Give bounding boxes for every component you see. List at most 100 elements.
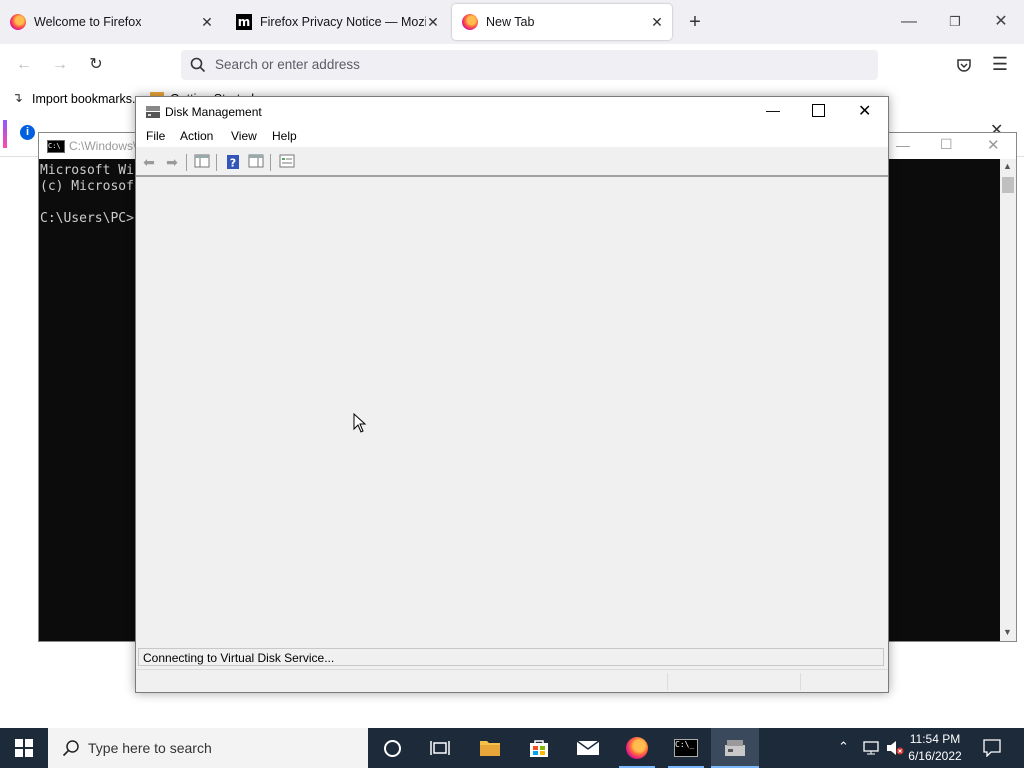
firefox-icon xyxy=(626,737,648,759)
cmd-close-icon[interactable]: ✕ xyxy=(987,136,1000,154)
action-center-icon[interactable] xyxy=(983,739,1001,757)
cortana-button[interactable] xyxy=(368,728,416,768)
scroll-up-icon[interactable]: ▲ xyxy=(1003,161,1012,171)
search-icon xyxy=(62,740,79,757)
search-icon xyxy=(190,57,206,73)
url-placeholder: Search or enter address xyxy=(215,57,360,72)
dm-minimize-icon[interactable]: — xyxy=(766,102,780,118)
tab-welcome-to-firefox[interactable]: Welcome to Firefox ✕ xyxy=(0,4,222,40)
taskbar-search-box[interactable]: Type here to search xyxy=(48,728,368,768)
disk-management-icon xyxy=(146,106,160,118)
show-hide-console-tree-icon[interactable] xyxy=(193,154,211,170)
mail-button[interactable] xyxy=(564,728,612,768)
hamburger-menu-icon[interactable]: ☰ xyxy=(990,54,1010,75)
bookmark-import[interactable]: Import bookmarks... xyxy=(32,92,142,106)
store-button[interactable] xyxy=(515,728,563,768)
firefox-nav-bar: ← → ↻ Search or enter address ☰ xyxy=(0,44,1024,86)
tab-new-tab[interactable]: New Tab ✕ xyxy=(452,4,672,40)
show-hide-action-pane-icon[interactable] xyxy=(247,154,265,170)
toolbar-separator xyxy=(216,154,217,171)
network-icon[interactable] xyxy=(862,741,880,755)
cmd-line: (c) Microsof xyxy=(40,179,134,194)
clock-date[interactable]: 6/16/2022 xyxy=(905,749,965,763)
new-tab-button[interactable]: + xyxy=(683,10,707,34)
cmd-minimize-icon[interactable]: — xyxy=(896,137,910,153)
tab-title: New Tab xyxy=(486,15,535,29)
dm-status-text: Connecting to Virtual Disk Service... xyxy=(143,651,335,665)
mozilla-favicon-icon: m xyxy=(236,14,252,30)
cmd-icon: C:\_ xyxy=(674,739,698,757)
show-hidden-icons[interactable]: ⌃ xyxy=(838,739,849,755)
firefox-tab-bar: Welcome to Firefox ✕ m Firefox Privacy N… xyxy=(0,0,1024,44)
task-view-button[interactable] xyxy=(416,728,464,768)
menu-view[interactable]: View xyxy=(231,129,257,143)
help-icon[interactable]: ? xyxy=(224,154,242,170)
volume-muted-icon[interactable] xyxy=(886,740,904,756)
dm-status-pane: Connecting to Virtual Disk Service... xyxy=(138,648,884,666)
properties-icon[interactable] xyxy=(278,154,296,170)
dm-close-icon[interactable]: ✕ xyxy=(858,101,871,121)
close-tab-icon[interactable]: ✕ xyxy=(424,13,442,31)
clock-time[interactable]: 11:54 PM xyxy=(905,732,965,746)
toolbar-separator xyxy=(270,154,271,171)
tab-title: Firefox Privacy Notice — Mozill xyxy=(260,15,426,29)
disk-management-taskbar-button[interactable] xyxy=(711,728,759,768)
close-tab-icon[interactable]: ✕ xyxy=(198,13,216,31)
dm-status-bar xyxy=(136,669,888,693)
dm-title-bar: Disk Management — ✕ xyxy=(136,97,888,127)
cortana-icon xyxy=(383,739,401,757)
file-explorer-button[interactable] xyxy=(466,728,514,768)
forward-arrow-icon[interactable]: ➡ xyxy=(163,154,181,170)
file-explorer-icon xyxy=(480,741,500,756)
tab-title: Welcome to Firefox xyxy=(34,15,142,29)
svg-text:?: ? xyxy=(230,157,236,170)
taskbar-search-placeholder: Type here to search xyxy=(88,740,212,756)
minimize-icon[interactable]: — xyxy=(886,0,932,44)
forward-arrow-icon[interactable]: → xyxy=(48,53,72,77)
scroll-thumb[interactable] xyxy=(1002,177,1014,193)
disk-management-icon xyxy=(725,740,745,756)
menu-help[interactable]: Help xyxy=(272,129,297,143)
microsoft-store-icon xyxy=(530,740,548,757)
restore-icon[interactable]: ❐ xyxy=(932,0,978,44)
scroll-down-icon[interactable]: ▼ xyxy=(1003,627,1012,637)
cmd-line: Microsoft Wi xyxy=(40,163,134,178)
cmd-title: C:\Windows\ xyxy=(69,139,137,153)
close-window-icon[interactable]: ✕ xyxy=(978,0,1024,44)
back-arrow-icon[interactable]: ← xyxy=(12,53,36,77)
menu-action[interactable]: Action xyxy=(180,129,213,143)
back-arrow-icon[interactable]: ⬅ xyxy=(140,154,158,170)
url-bar[interactable]: Search or enter address xyxy=(181,50,878,80)
cmd-scrollbar[interactable]: ▲ ▼ xyxy=(1000,159,1016,641)
pocket-icon[interactable] xyxy=(956,57,972,73)
disk-management-window[interactable]: Disk Management — ✕ File Action View Hel… xyxy=(135,96,889,693)
cmd-taskbar-button[interactable]: C:\_ xyxy=(662,728,710,768)
cmd-line: C:\Users\PC> xyxy=(40,211,134,226)
firefox-taskbar-button[interactable] xyxy=(613,728,661,768)
windows-taskbar: Type here to search C:\_ ⌃ 11:54 PM 6/16… xyxy=(0,728,1024,768)
mouse-cursor-icon xyxy=(353,413,367,433)
info-icon: i xyxy=(20,125,35,140)
menu-file[interactable]: File xyxy=(146,129,165,143)
import-icon: ↴ xyxy=(12,90,23,105)
mail-icon xyxy=(576,740,600,755)
dm-toolbar: ⬅ ➡ ? xyxy=(136,149,888,177)
toolbar-separator xyxy=(186,154,187,171)
cmd-icon: C:\ xyxy=(47,140,65,153)
cmd-maximize-icon[interactable]: ☐ xyxy=(940,136,953,153)
dm-title: Disk Management xyxy=(165,105,262,119)
firefox-favicon-icon xyxy=(462,14,478,30)
tab-privacy-notice[interactable]: m Firefox Privacy Notice — Mozill ✕ xyxy=(226,4,448,40)
status-divider xyxy=(800,673,801,690)
start-button[interactable] xyxy=(0,728,48,768)
notification-accent xyxy=(3,120,7,148)
dm-content-area xyxy=(137,179,887,645)
reload-icon[interactable]: ↻ xyxy=(84,53,108,77)
task-view-icon xyxy=(430,741,450,755)
firefox-favicon-icon xyxy=(10,14,26,30)
windows-logo-icon xyxy=(15,739,33,757)
dm-maximize-icon[interactable] xyxy=(812,104,825,117)
close-tab-icon[interactable]: ✕ xyxy=(648,13,666,31)
status-divider xyxy=(667,673,668,690)
dm-menu-bar: File Action View Help xyxy=(136,127,888,147)
